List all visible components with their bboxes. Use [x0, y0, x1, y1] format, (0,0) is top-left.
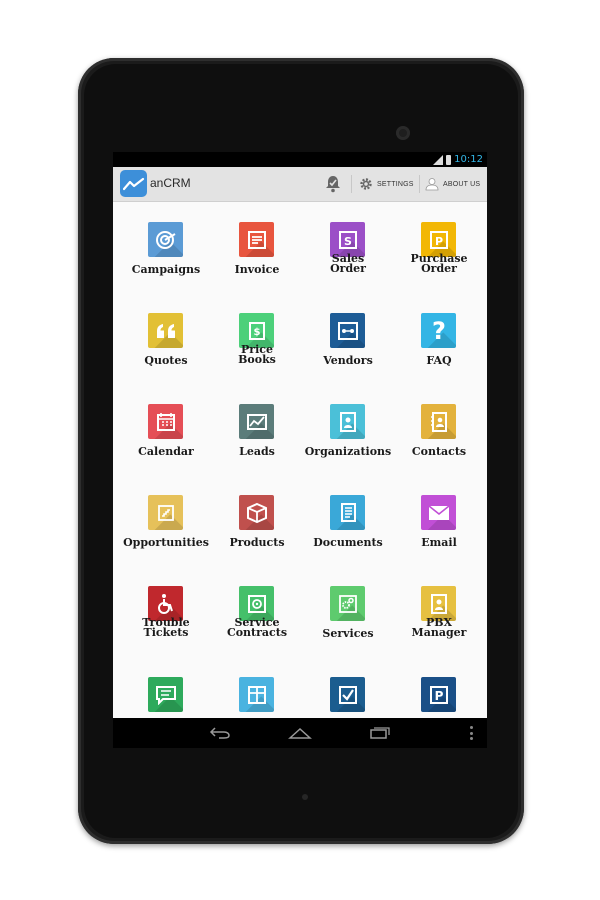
svg-text:?: ? [432, 319, 446, 343]
navigation-bar [113, 718, 487, 748]
app-logo-icon[interactable] [120, 170, 147, 197]
module-tile-products[interactable]: Products [212, 475, 302, 565]
target-icon [148, 222, 183, 257]
checkbox-icon [330, 677, 365, 712]
module-tile-trouble-tickets[interactable]: Trouble Tickets [121, 566, 211, 656]
module-tile-sales-order[interactable]: S Sales Order [303, 202, 393, 292]
module-tile-calendar[interactable]: Calendar [121, 384, 211, 474]
settings-label: SETTINGS [377, 180, 414, 188]
contacts-icon [421, 404, 456, 439]
module-label: Trouble Tickets [142, 616, 190, 639]
module-tile-services[interactable]: Services [303, 566, 393, 656]
bell-check-icon [326, 176, 340, 193]
home-icon [288, 727, 312, 739]
question-icon: ? [421, 313, 456, 348]
module-tile-invoice[interactable]: Invoice [212, 202, 302, 292]
status-bar: 10:12 [113, 152, 487, 167]
module-tile-service-contracts[interactable]: Service Contracts [212, 566, 302, 656]
module-tile-pbx-manager[interactable]: PBX Manager [394, 566, 484, 656]
user-icon [425, 178, 439, 191]
module-tile-quotes[interactable]: Quotes [121, 293, 211, 383]
module-label: Documents [313, 536, 383, 549]
home-button[interactable] [287, 724, 313, 742]
organization-icon [330, 404, 365, 439]
quote-icon [148, 313, 183, 348]
module-label: Purchase Order [410, 252, 468, 275]
about-us-button[interactable]: ABOUT US [425, 167, 480, 201]
module-label: Organizations [304, 445, 392, 458]
module-tile-email[interactable]: Email [394, 475, 484, 565]
recents-icon [370, 727, 390, 739]
vendors-icon [330, 313, 365, 348]
module-label: Service Contracts [226, 616, 288, 639]
screen: 10:12 anCRM SETTINGS ABOUT US Campaigns … [113, 152, 487, 748]
envelope-icon [421, 495, 456, 530]
module-tile-campaigns[interactable]: Campaigns [121, 202, 211, 292]
invoice-icon [239, 222, 274, 257]
notifications-button[interactable] [321, 173, 345, 195]
front-sensor [302, 794, 308, 800]
module-label: Products [229, 536, 285, 549]
svg-text:P: P [434, 689, 443, 703]
status-time: 10:12 [454, 154, 483, 165]
battery-icon [446, 154, 452, 165]
module-label: Quotes [144, 354, 188, 367]
module-label: FAQ [426, 354, 452, 367]
recents-button[interactable] [367, 724, 393, 742]
module-tile-purchase-order[interactable]: P Purchase Order [394, 202, 484, 292]
back-arrow-icon [209, 727, 230, 739]
gift-icon [239, 677, 274, 712]
gear-icon [360, 178, 372, 190]
module-label: PBX Manager [411, 616, 467, 639]
module-label: Contacts [411, 445, 467, 458]
app-title: anCRM [150, 176, 191, 190]
settings-button[interactable]: SETTINGS [359, 167, 414, 201]
calendar-icon [148, 404, 183, 439]
module-tile-organizations[interactable]: Organizations [303, 384, 393, 474]
module-tile-module-24[interactable]: P [394, 657, 484, 718]
leads-icon [239, 404, 274, 439]
module-label: Invoice [234, 263, 280, 276]
about-us-label: ABOUT US [443, 180, 481, 188]
module-label: Vendors [323, 354, 373, 367]
module-label: Price Books [238, 343, 276, 366]
action-bar: anCRM SETTINGS ABOUT US [113, 167, 487, 202]
module-label: Campaigns [131, 263, 201, 276]
module-tile-documents[interactable]: Documents [303, 475, 393, 565]
parking-icon: P [421, 677, 456, 712]
svg-text:S: S [344, 235, 352, 248]
module-label: Services [322, 627, 374, 640]
module-label: Leads [239, 445, 275, 458]
module-tile-vendors[interactable]: Vendors [303, 293, 393, 383]
svg-text:$: $ [253, 327, 260, 338]
module-tile-contacts[interactable]: Contacts [394, 384, 484, 474]
signal-icon [433, 154, 444, 165]
module-label: Email [421, 536, 457, 549]
action-bar-divider [419, 175, 420, 193]
action-bar-divider [351, 175, 352, 193]
comment-icon [148, 677, 183, 712]
module-label: Sales Order [330, 252, 366, 275]
module-tile-opportunities[interactable]: Opportunities [121, 475, 211, 565]
overflow-menu-icon[interactable] [470, 726, 473, 740]
module-tile-module-22[interactable] [212, 657, 302, 718]
opportunities-icon [148, 495, 183, 530]
gears-icon [330, 586, 365, 621]
module-label: Calendar [138, 445, 194, 458]
svg-text:P: P [434, 235, 442, 248]
front-camera [396, 126, 410, 140]
documents-icon [330, 495, 365, 530]
box-icon [239, 495, 274, 530]
module-tile-price-books[interactable]: $ Price Books [212, 293, 302, 383]
module-tile-leads[interactable]: Leads [212, 384, 302, 474]
module-tile-faq[interactable]: ? FAQ [394, 293, 484, 383]
back-button[interactable] [207, 724, 233, 742]
module-tile-module-23[interactable] [303, 657, 393, 718]
module-grid: Campaigns Invoice S Sales Order P Purchase Or… [113, 202, 487, 718]
module-label: Opportunities [123, 536, 209, 549]
module-tile-module-21[interactable] [121, 657, 211, 718]
